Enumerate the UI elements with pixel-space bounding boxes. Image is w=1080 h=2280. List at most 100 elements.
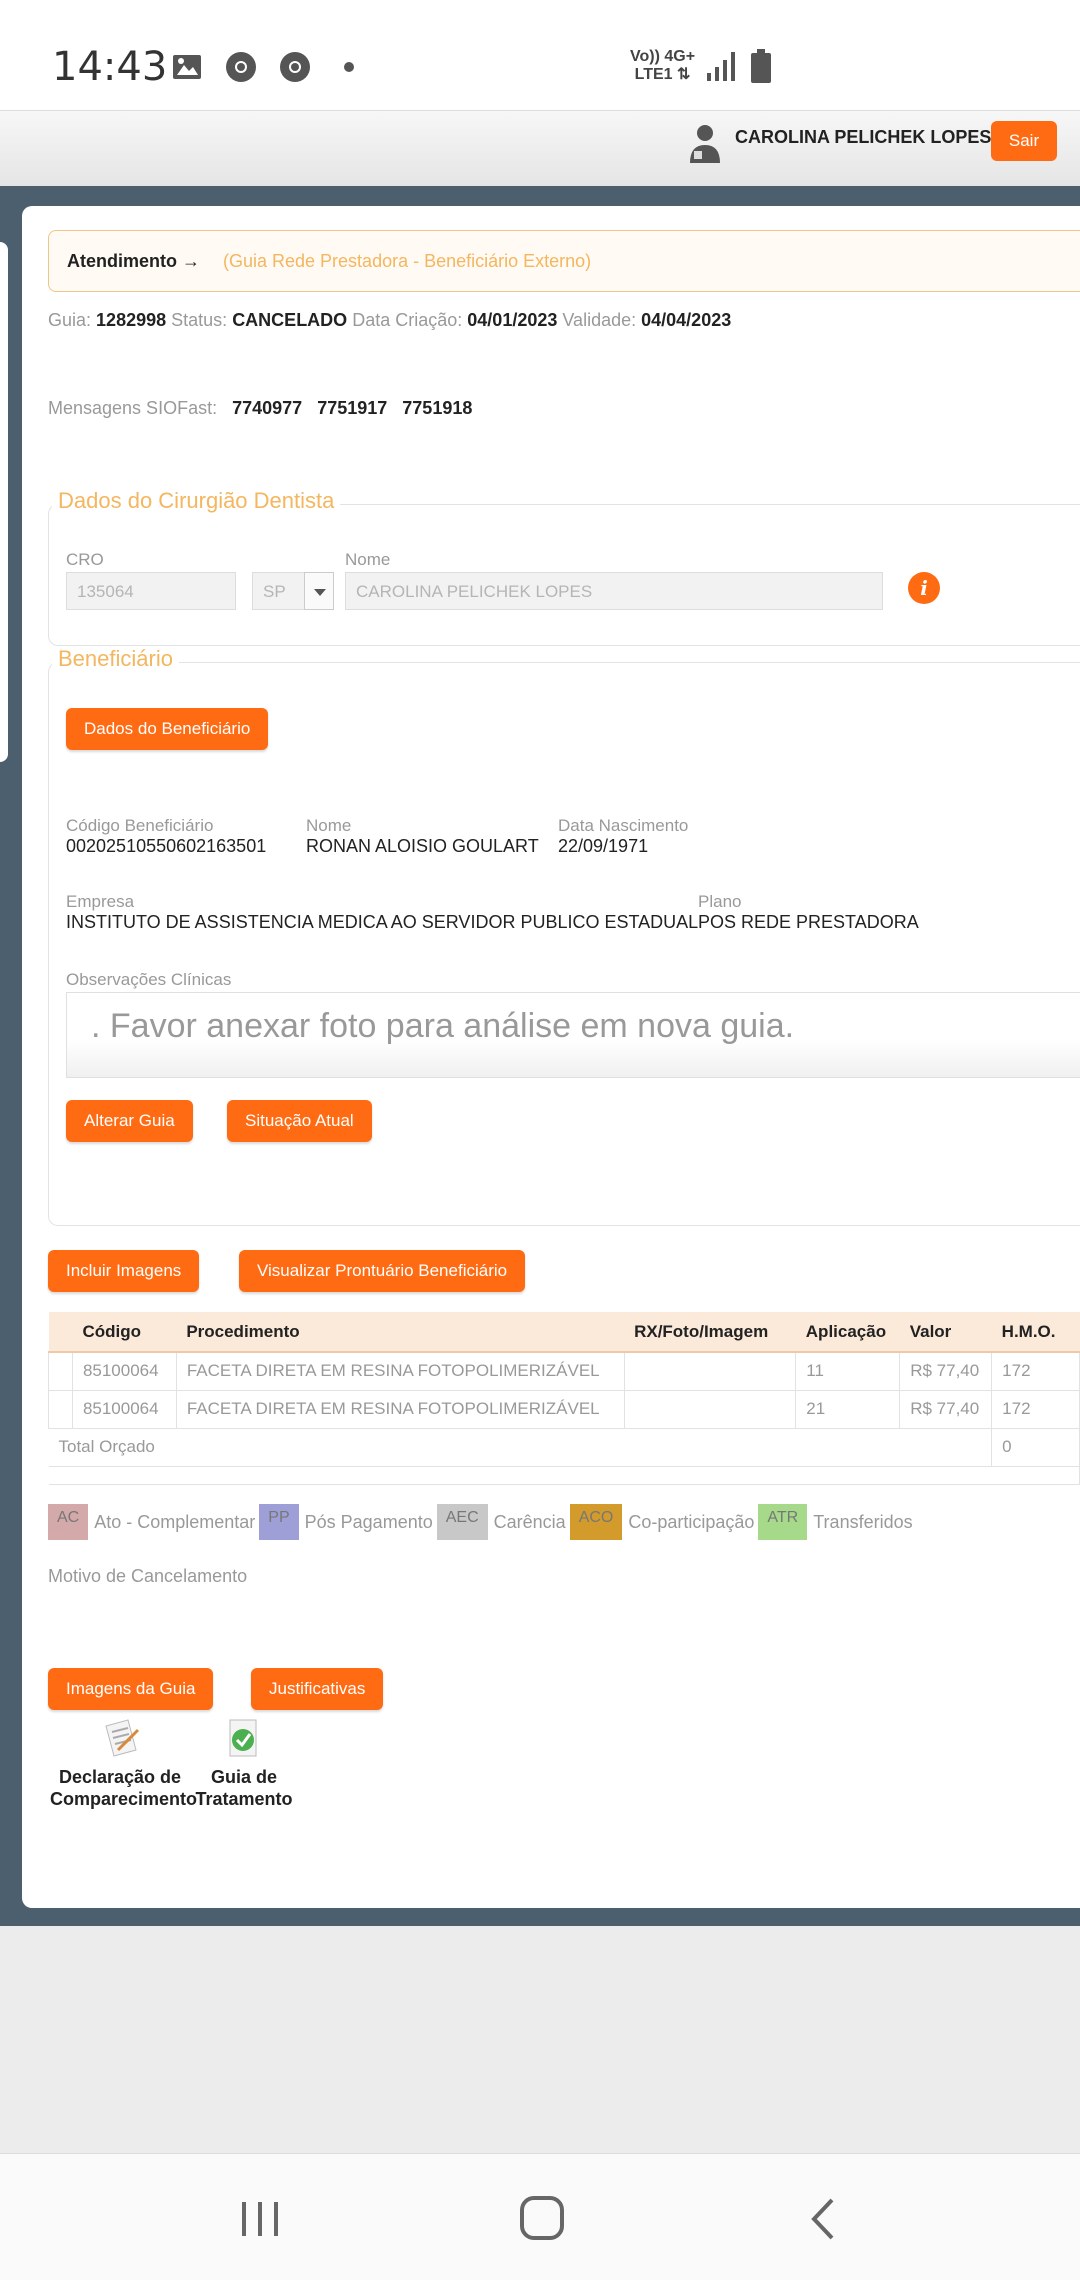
table-header: Aplicação [795,1312,900,1353]
total-hmo: 0 [991,1427,1080,1467]
table-total-row: Total Orçado 0 [48,1427,1080,1467]
table-cell: 85100064 [71,1351,177,1391]
table-cell [623,1389,797,1429]
home-icon[interactable] [512,2194,572,2244]
guia-label: Guia: [48,310,92,330]
table-header: Valor [899,1312,992,1353]
side-panel-edge [0,242,8,762]
table-cell: R$ 77,40 [899,1351,993,1391]
legend-text: Carência [493,1511,566,1532]
network-lte: LTE1 ⇅ [634,66,691,83]
table-header: Código [72,1312,177,1353]
procedures-table: Código Procedimento RX/Foto/Imagem Aplic… [48,1312,1080,1485]
birth-date-value: 22/09/1971 [558,836,649,856]
table-row[interactable]: 85100064 FACETA DIRETA EM RESINA FOTOPOL… [48,1389,1080,1429]
dentist-legend: Dados do Cirurgião Dentista [52,488,341,514]
chevron-down-icon[interactable] [304,572,334,610]
cro-field[interactable]: 135064 [66,572,236,610]
table-cell [48,1351,73,1391]
created-label: Data Criação: [352,310,463,330]
siofast-messages: Mensagens SIOFast: 7740977 7751917 77519… [48,398,472,419]
table-cell: 85100064 [71,1389,177,1429]
signal-icon [707,52,736,81]
network-indicator: Vo)) 4G+ LTE1 ⇅ [630,48,695,84]
legend-badge-aco: ACO [569,1504,623,1540]
legend-text: Transferidos [813,1511,913,1532]
gallery-icon [173,55,201,79]
logged-user-name: CAROLINA PELICHEK LOPES [735,127,992,147]
company-label: Empresa [66,892,135,911]
plan-value: POS REDE PRESTADORA [698,912,919,932]
table-cell: FACETA DIRETA EM RESINA FOTOPOLIMERIZÁVE… [175,1351,625,1391]
table-cell [48,1389,73,1429]
info-icon[interactable]: i [908,572,940,604]
status-value: CANCELADO [232,310,348,330]
table-header: H.M.O. [991,1312,1080,1353]
table-row[interactable]: 85100064 FACETA DIRETA EM RESINA FOTOPOL… [48,1351,1080,1391]
battery-icon [751,49,772,83]
declaration-label-line1: Declaração de [58,1767,182,1787]
table-header-row: Código Procedimento RX/Foto/Imagem Aplic… [48,1312,1080,1353]
plan-label: Plano [698,892,742,911]
total-label: Total Orçado [48,1427,993,1467]
recent-apps-icon[interactable] [230,2194,290,2244]
network-type: Vo)) 4G+ [630,48,696,65]
document-icon [105,1719,140,1757]
legend-badge-atr: ATR [758,1504,808,1540]
clinical-notes-field[interactable]: . Favor anexar foto para análise em nova… [66,992,1080,1078]
table-cell: 172 [991,1351,1080,1391]
table-cell [623,1351,797,1391]
beneficiary-details-button[interactable]: Dados do Beneficiário [66,708,269,750]
beneficiary-code-value: 00202510550602163501 [66,836,267,856]
dentist-name-label: Nome [345,550,391,569]
navigation-bar [0,2154,1080,2280]
table-cell: 21 [795,1389,901,1429]
treatment-label-line2: Tratamento [195,1789,293,1809]
created-value: 04/01/2023 [467,310,558,330]
message-id: 7751917 [317,398,388,418]
status-bar: 14:43 Vo)) 4G+ LTE1 ⇅ [0,0,1080,110]
table-cell: 11 [795,1351,901,1391]
breadcrumb: Atendimento → (Guia Rede Prestadora - Be… [48,230,1080,292]
guide-images-button[interactable]: Imagens da Guia [48,1668,214,1710]
table-cell: R$ 77,40 [899,1389,993,1429]
beneficiary-code-label: Código Beneficiário [66,816,214,835]
view-record-button[interactable]: Visualizar Prontuário Beneficiário [239,1250,526,1292]
table-header: RX/Foto/Imagem [624,1312,796,1353]
message-id: 7740977 [232,398,303,418]
clock: 14:43 [52,44,168,90]
legend-text: Pós Pagamento [304,1511,433,1532]
breadcrumb-main: Atendimento → [67,251,200,271]
alter-guide-button[interactable]: Alterar Guia [66,1100,193,1142]
cro-label: CRO [66,550,104,569]
app-header: CAROLINA PELICHEK LOPES Sair [0,110,1080,186]
logout-button[interactable]: Sair [991,121,1057,161]
treatment-guide-icon [229,1719,257,1757]
guide-summary: Guia: 1282998 Status: CANCELADO Data Cri… [48,310,731,331]
table-cell: FACETA DIRETA EM RESINA FOTOPOLIMERIZÁVE… [175,1389,625,1429]
legend-badge-pp: PP [259,1504,299,1540]
table-header: Procedimento [176,1312,625,1353]
user-icon [690,125,720,163]
notification-icons [170,50,366,84]
beneficiary-name-value: RONAN ALOISIO GOULART [306,836,539,856]
back-icon[interactable] [794,2194,854,2244]
beneficiary-name-label: Nome [306,816,352,835]
table-spacer-row [48,1465,1080,1485]
status-label: Status: [171,310,228,330]
chrome-icon [280,52,310,82]
include-images-button[interactable]: Incluir Imagens [48,1250,200,1292]
treatment-guide-link[interactable]: Guia de Tratamento [194,1716,294,1810]
chrome-icon [226,52,256,82]
dentist-name-field[interactable]: CAROLINA PELICHEK LOPES [345,572,883,610]
breadcrumb-sub: (Guia Rede Prestadora - Beneficiário Ext… [223,251,592,271]
current-status-button[interactable]: Situação Atual [227,1100,372,1142]
attendance-declaration-link[interactable]: Declaração de Comparecimento [50,1716,198,1810]
legend-text: Ato - Complementar [94,1511,256,1532]
legend-badge-aec: AEC [436,1504,488,1540]
justifications-button[interactable]: Justificativas [251,1668,384,1710]
uf-select[interactable]: SP [252,572,306,610]
message-id: 7751918 [402,398,473,418]
content-panel: Atendimento → (Guia Rede Prestadora - Be… [22,206,1080,1908]
declaration-label-line2: Comparecimento [50,1789,198,1809]
